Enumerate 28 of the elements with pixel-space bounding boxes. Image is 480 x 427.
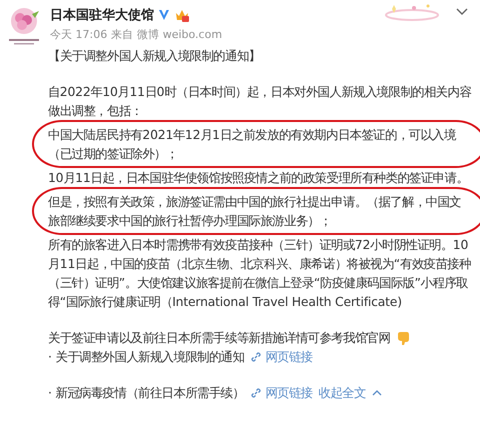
post-time: 今天 17:06	[50, 27, 108, 42]
post-source[interactable]: 微博 weibo.com	[137, 27, 222, 42]
sparkle-decoration-icon	[384, 2, 440, 22]
link-icon	[250, 350, 262, 362]
post-text-line: 旅部继续要求中国的旅行社暂停办理国际旅游业务）；	[48, 213, 332, 228]
post-text-line: 做出调整，包括：	[48, 103, 142, 118]
chevron-down-icon[interactable]	[456, 8, 468, 16]
link-item-text: · 关于调整外国人新规入境限制的通知	[48, 348, 244, 366]
avatar-icon[interactable]	[6, 6, 42, 46]
post-text-line: 中国大陆居民持有2021年12月1日之前发放的有效期内日本签证的，可以入境	[48, 127, 456, 142]
link-item-text: · 新冠病毒疫情（前往日本所需手续）	[48, 384, 244, 402]
web-link[interactable]: 网页链接	[250, 383, 312, 402]
post-text-line: 得“国际旅行健康证明（International Travel Health Certificate)	[48, 294, 402, 309]
post-text-line: 关于签证申请以及前往日本所需手续等新措施详情可参考我馆官网	[48, 329, 390, 347]
post-text-line: 自2022年10月11日0时（日本时间）起，日本对外国人新规入境限制的相关内容	[48, 84, 472, 99]
collapse-link[interactable]: 收起全文	[318, 383, 366, 402]
web-link[interactable]: 网页链接	[250, 347, 312, 366]
post-text-line: 10月11日起，日本国驻华使领馆按照疫情之前的政策受理所有种类的签证申请。	[48, 170, 468, 185]
source-label: 来自	[111, 27, 134, 42]
chevron-up-icon[interactable]	[372, 389, 382, 396]
post-text-line: 所有的旅客进入日本时需携带有效疫苗接种（三针）证明或72小时阴性证明。10	[48, 237, 468, 252]
link-icon	[250, 386, 262, 398]
post-text-line: 但是，按照有关政策，旅游签证需由中国的旅行社提出申请。（据了解，中国文	[48, 194, 462, 209]
post-text-line: 月11日起，中国的疫苗（北京生物、北京科兴、康希诺）将被视为“有效疫苗接种	[48, 256, 471, 271]
post-text-line: （三针）证明”。大使馆建议旅客提前在微信上登录“防疫健康码国际版”小程序取	[48, 275, 468, 290]
post-text-line: （已过期的签证除外）；	[48, 146, 178, 161]
post-text-line: 【关于调整外国人新规入境限制的通知】	[48, 48, 260, 63]
account-name[interactable]: 日本国驻华大使馆	[50, 6, 154, 24]
